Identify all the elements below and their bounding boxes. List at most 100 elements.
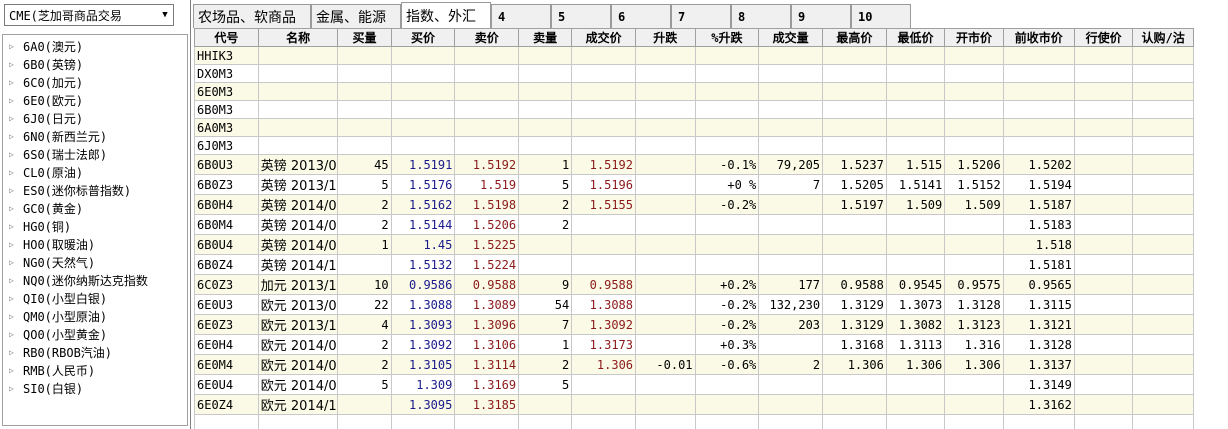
tree-item[interactable]: ▷ ES0(迷你标普指数) (3, 181, 187, 199)
expand-triangle-icon[interactable]: ▷ (9, 348, 17, 357)
table-cell (1132, 414, 1194, 429)
expand-triangle-icon[interactable]: ▷ (9, 366, 17, 375)
expand-triangle-icon[interactable]: ▷ (9, 384, 17, 393)
table-row[interactable]: 6E0Z3 欧元 2013/12 4 1.3093 1.3096 7 1.3092 -0.2%… (194, 314, 1194, 335)
table-row[interactable]: 6B0Z3 英镑 2013/12 5 1.5176 1.519 5 1.5196 +0 % 7 1… (194, 174, 1194, 195)
expand-triangle-icon[interactable]: ▷ (9, 204, 17, 213)
table-cell: 1.5187 (1002, 194, 1075, 215)
expand-triangle-icon[interactable]: ▷ (9, 132, 17, 141)
tree-item[interactable]: ▷ CL0(原油) (3, 163, 187, 181)
tab-7[interactable]: 7 (671, 4, 731, 28)
tree-item[interactable]: ▷ 6N0(新西兰元) (3, 127, 187, 145)
table-row[interactable]: 6B0H4 英镑 2014/03 2 1.5162 1.5198 2 1.5155 -0.2%… (194, 194, 1194, 215)
tree-item[interactable]: ▷ HG0(铜) (3, 217, 187, 235)
tree-item[interactable]: ▷ RMB(人民币) (3, 361, 187, 379)
column-header[interactable]: 行使价 (1073, 28, 1134, 47)
tree-item[interactable]: ▷ SI0(白银) (3, 379, 187, 397)
column-header[interactable]: %升跌 (694, 28, 760, 47)
tree-item[interactable]: ▷ NG0(天然气) (3, 253, 187, 271)
exchange-select[interactable]: CME(芝加哥商品交易 ▼ (4, 4, 174, 26)
table-row[interactable]: DX0M3 (194, 64, 1194, 83)
table-row[interactable]: 6A0M3 (194, 118, 1194, 137)
column-header[interactable]: 最低价 (885, 28, 946, 47)
column-header[interactable]: 代号 (194, 28, 259, 47)
column-header[interactable]: 升跌 (635, 28, 696, 47)
expand-triangle-icon[interactable]: ▷ (9, 78, 17, 87)
table-row[interactable]: 6B0M4 英镑 2014/06 2 1.5144 1.5206 2 1.5183 (194, 214, 1194, 235)
column-header[interactable]: 前收市价 (1002, 28, 1075, 47)
tree-item[interactable]: ▷ QO0(小型黄金) (3, 325, 187, 343)
tree-item[interactable]: ▷ 6C0(加元) (3, 73, 187, 91)
expand-triangle-icon[interactable]: ▷ (9, 294, 17, 303)
tree-item[interactable]: ▷ 6E0(欧元) (3, 91, 187, 109)
tab-2[interactable]: 金属、能源 (311, 4, 401, 28)
table-row[interactable]: 6E0M4 欧元 2014/06 2 1.3105 1.3114 2 1.306 -0.01-… (194, 354, 1194, 375)
table-row[interactable] (194, 414, 1194, 429)
expand-triangle-icon[interactable]: ▷ (9, 60, 17, 69)
table-cell (337, 254, 392, 275)
tree-item[interactable]: ▷ QI0(小型白银) (3, 289, 187, 307)
expand-triangle-icon[interactable]: ▷ (9, 186, 17, 195)
expand-triangle-icon[interactable]: ▷ (9, 42, 17, 51)
tab-10[interactable]: 10 (851, 4, 911, 28)
tab-1[interactable]: 农场品、软商品 (193, 4, 311, 28)
table-cell (1132, 154, 1194, 175)
table-cell: 1.5141 (885, 174, 946, 195)
table-row[interactable]: 6B0M3 (194, 100, 1194, 119)
column-header[interactable]: 买量 (337, 28, 392, 47)
tab-8[interactable]: 8 (731, 4, 791, 28)
tab-5[interactable]: 5 (551, 4, 611, 28)
table-row[interactable]: 6B0U4 英镑 2014/09 1 1.45 1.5225 1.518 (194, 234, 1194, 255)
table-cell: 6E0M3 (194, 82, 259, 101)
table-row[interactable]: HHIK3 (194, 46, 1194, 65)
table-cell (194, 414, 259, 429)
column-header[interactable]: 最高价 (822, 28, 887, 47)
column-header[interactable]: 成交价 (571, 28, 637, 47)
expand-triangle-icon[interactable]: ▷ (9, 258, 17, 267)
table-cell (1073, 314, 1134, 335)
tab-4[interactable]: 4 (491, 4, 551, 28)
expand-triangle-icon[interactable]: ▷ (9, 276, 17, 285)
expand-triangle-icon[interactable]: ▷ (9, 312, 17, 321)
tree-item[interactable]: ▷ NQ0(迷你纳斯达克指数 (3, 271, 187, 289)
expand-triangle-icon[interactable]: ▷ (9, 96, 17, 105)
tree-item[interactable]: ▷ RB0(RBOB汽油) (3, 343, 187, 361)
column-header[interactable]: 名称 (257, 28, 339, 47)
expand-triangle-icon[interactable]: ▷ (9, 240, 17, 249)
column-header[interactable]: 成交量 (758, 28, 824, 47)
expand-triangle-icon[interactable]: ▷ (9, 150, 17, 159)
expand-triangle-icon[interactable]: ▷ (9, 168, 17, 177)
expand-triangle-icon[interactable]: ▷ (9, 114, 17, 123)
tab-3[interactable]: 指数、外汇 (401, 2, 491, 28)
tree-item[interactable]: ▷ GC0(黄金) (3, 199, 187, 217)
tree-item[interactable]: ▷ 6S0(瑞士法郎) (3, 145, 187, 163)
column-header[interactable]: 开市价 (944, 28, 1004, 47)
table-row[interactable]: 6B0U3 英镑 2013/09 45 1.5191 1.5192 1 1.5192 -0.1… (194, 154, 1194, 175)
table-row[interactable]: 6B0Z4 英镑 2014/12 1.5132 1.5224 1.5181 (194, 254, 1194, 275)
chevron-down-icon[interactable]: ▼ (157, 5, 173, 25)
column-header[interactable]: 卖量 (518, 28, 573, 47)
table-cell (635, 374, 696, 395)
table-row[interactable]: 6E0M3 (194, 82, 1194, 101)
expand-triangle-icon[interactable]: ▷ (9, 330, 17, 339)
column-header[interactable]: 卖价 (454, 28, 520, 47)
tree-item[interactable]: ▷ 6J0(日元) (3, 109, 187, 127)
table-cell (1132, 394, 1194, 415)
table-row[interactable]: 6J0M3 (194, 136, 1194, 155)
tab-9[interactable]: 9 (791, 4, 851, 28)
tree-item[interactable]: ▷ 6A0(澳元) (3, 37, 187, 55)
expand-triangle-icon[interactable]: ▷ (9, 222, 17, 231)
tab-6[interactable]: 6 (611, 4, 671, 28)
table-row[interactable]: 6E0U3 欧元 2013/09 22 1.3088 1.3089 54 1.3088 -0.… (194, 294, 1194, 315)
tree-item[interactable]: ▷ QM0(小型原油) (3, 307, 187, 325)
table-cell (635, 254, 696, 275)
table-row[interactable]: 6E0H4 欧元 2014/03 2 1.3092 1.3106 1 1.3173 +0.3%… (194, 334, 1194, 355)
table-row[interactable]: 6E0Z4 欧元 2014/12 1.3095 1.3185 1.3162 (194, 394, 1194, 415)
table-cell: 1.5152 (944, 174, 1004, 195)
tree-item[interactable]: ▷ HO0(取暖油) (3, 235, 187, 253)
tree-item[interactable]: ▷ 6B0(英镑) (3, 55, 187, 73)
table-row[interactable]: 6E0U4 欧元 2014/09 5 1.309 1.3169 5 1.3149 (194, 374, 1194, 395)
column-header[interactable]: 认购/沽 (1132, 28, 1194, 47)
column-header[interactable]: 买价 (390, 28, 456, 47)
table-row[interactable]: 6C0Z3 加元 2013/12 10 0.9586 0.9588 9 0.9588 +0.2… (194, 274, 1194, 295)
